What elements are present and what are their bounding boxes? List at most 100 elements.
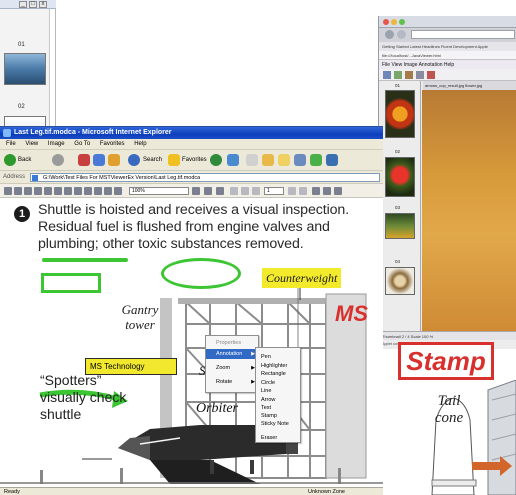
search-button[interactable]: Search (143, 157, 162, 163)
image-view[interactable] (422, 90, 516, 331)
zoom-select[interactable]: 100% (129, 187, 189, 195)
fit-width-icon[interactable] (84, 187, 92, 195)
submenu-stamp[interactable]: Stamp (261, 412, 277, 420)
favorites-icon[interactable] (168, 154, 180, 166)
submenu-sticky-note[interactable]: Sticky Note (261, 420, 289, 428)
stop-icon[interactable] (78, 154, 90, 166)
url-bar[interactable] (411, 30, 515, 39)
annotation-icon[interactable] (312, 187, 320, 195)
minimize-icon[interactable] (391, 19, 397, 25)
line-annotation[interactable] (42, 258, 128, 262)
thumbnail-shell[interactable] (385, 267, 415, 295)
search-icon[interactable] (128, 154, 140, 166)
zoom-out-icon[interactable] (74, 187, 82, 195)
sticky-note-icon[interactable] (334, 187, 342, 195)
home-icon[interactable] (108, 154, 120, 166)
thumbnails-icon[interactable] (192, 187, 200, 195)
zoom-icon[interactable] (399, 19, 405, 25)
folder-icon[interactable] (278, 154, 290, 166)
minimize-icon[interactable]: _ (19, 1, 27, 8)
submenu-eraser[interactable]: Eraser (261, 434, 277, 442)
menu-image[interactable]: Image (48, 141, 65, 147)
stamp-annotation[interactable]: Stamp (398, 342, 494, 380)
bookmarks-bar[interactable]: Getting Started Latest Headlines Fluent … (379, 42, 516, 51)
context-rotate[interactable]: Rotate ▶ (206, 377, 258, 387)
rectangle-annotation[interactable] (41, 273, 101, 293)
thumbnail-flower-orange[interactable] (385, 90, 415, 138)
submenu-pen[interactable]: Pen (261, 353, 271, 361)
submenu-rectangle[interactable]: Rectangle (261, 370, 286, 378)
annotate-icon[interactable] (427, 71, 435, 79)
zoom-in-icon[interactable] (64, 187, 72, 195)
single-page-icon[interactable] (204, 187, 212, 195)
back-button[interactable]: Back (18, 157, 31, 163)
previous-page-icon[interactable] (241, 187, 249, 195)
applet-status: Thumbnail 2 / 4 Scale 100 % (379, 331, 516, 340)
back-icon[interactable] (4, 154, 16, 166)
messenger-icon[interactable] (310, 154, 322, 166)
page-jump-icon[interactable] (252, 187, 260, 195)
submenu-highlighter[interactable]: Highlighter (261, 362, 287, 370)
ellipse-annotation[interactable] (161, 258, 241, 289)
menu-favorites[interactable]: Favorites (100, 141, 125, 147)
thumbnail-image[interactable] (4, 53, 46, 85)
close-icon[interactable]: x (39, 1, 47, 8)
context-annotation[interactable]: Annotation ▶ (206, 349, 258, 359)
last-page-icon[interactable] (299, 187, 307, 195)
next-page-icon[interactable] (288, 187, 296, 195)
refresh-icon[interactable] (93, 154, 105, 166)
thumbnail-field[interactable] (385, 213, 415, 239)
menu-goto[interactable]: Go To (74, 141, 90, 147)
mail-icon[interactable] (246, 154, 258, 166)
select-icon[interactable] (34, 187, 42, 195)
submenu-arrow[interactable]: Arrow (261, 396, 275, 404)
submenu-line[interactable]: Line (261, 387, 271, 395)
viewer-toolbar: 100% 1 (0, 184, 383, 198)
document-view[interactable]: 1 Shuttle is hoisted and receives a visu… (0, 198, 383, 487)
maximize-icon[interactable]: □ (29, 1, 37, 8)
print-icon[interactable] (405, 71, 413, 79)
submenu-text[interactable]: Text (261, 404, 271, 412)
ms-text-annotation[interactable]: MS (335, 302, 368, 326)
actual-size-icon[interactable] (104, 187, 112, 195)
open-icon[interactable] (4, 187, 12, 195)
research-icon[interactable] (326, 154, 338, 166)
discuss-icon[interactable] (294, 154, 306, 166)
context-menu: Properties Annotation ▶ Zoom ▶ Rotate ▶ (205, 335, 259, 393)
first-page-icon[interactable] (230, 187, 238, 195)
print-icon[interactable] (24, 187, 32, 195)
zoom-icon[interactable] (416, 71, 424, 79)
back-icon[interactable] (385, 30, 394, 39)
settings-icon[interactable] (114, 187, 122, 195)
submenu-circle[interactable]: Circle (261, 379, 275, 387)
image-tabs[interactable]: arrows_cop_result.jpg flower.jpg (423, 81, 516, 90)
stamp-icon[interactable] (323, 187, 331, 195)
menu-help[interactable]: Help (134, 141, 146, 147)
context-properties[interactable]: Properties (206, 338, 258, 348)
context-zoom[interactable]: Zoom ▶ (206, 363, 258, 373)
media-icon[interactable] (210, 154, 222, 166)
close-icon[interactable] (383, 19, 389, 25)
page-number-input[interactable]: 1 (264, 187, 284, 195)
status-bar: Ready Unknown Zone (0, 487, 383, 495)
pan-icon[interactable] (44, 187, 52, 195)
forward-icon[interactable] (52, 154, 64, 166)
menu-file[interactable]: File (6, 141, 16, 147)
menu-view[interactable]: View (25, 141, 38, 147)
address-input[interactable]: G:\Work\Test Files For MSTViewerEx Versi… (30, 173, 380, 182)
applet-menu[interactable]: File View Image Annotation Help (379, 60, 516, 69)
forward-icon[interactable] (397, 30, 406, 39)
continuous-icon[interactable] (216, 187, 224, 195)
save-icon[interactable] (14, 187, 22, 195)
save-icon[interactable] (394, 71, 402, 79)
favorites-button[interactable]: Favorites (182, 157, 207, 163)
open-icon[interactable] (383, 71, 391, 79)
background-window-left-titlebar: _ □ x (0, 0, 56, 9)
thumbnail-flower-red[interactable] (385, 157, 415, 197)
history-icon[interactable] (227, 154, 239, 166)
browser-toolbar (379, 28, 516, 42)
fit-page-icon[interactable] (94, 187, 102, 195)
print-icon[interactable] (262, 154, 274, 166)
rotate-icon[interactable] (54, 187, 62, 195)
menu-bar: File View Image Go To Favorites Help (0, 139, 383, 150)
